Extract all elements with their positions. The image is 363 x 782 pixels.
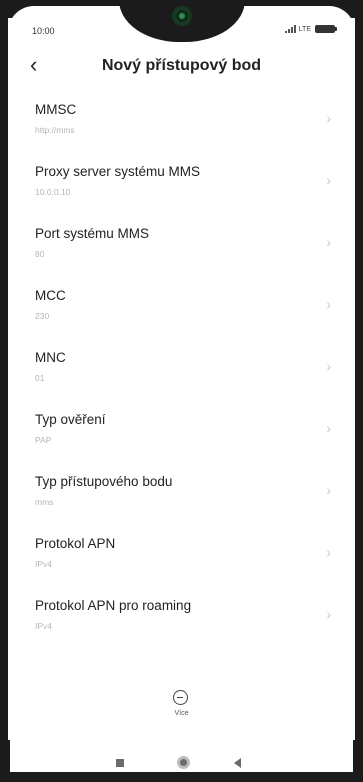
chevron-right-icon: › xyxy=(326,606,331,622)
list-item-value: IPv4 xyxy=(35,559,53,569)
list-item-label: Protokol APN pro roaming xyxy=(35,598,192,613)
battery-icon xyxy=(315,25,337,33)
list-item-value: 230 xyxy=(35,311,50,321)
list-item-label: Typ přístupového bodu xyxy=(35,474,173,489)
list-item-value: 01 xyxy=(35,373,45,383)
chevron-right-icon: › xyxy=(326,358,331,374)
more-label: Více xyxy=(174,710,189,717)
bezel-bottom xyxy=(0,772,363,782)
apn-settings-list: MMSC http://mms › Proxy server systému M… xyxy=(18,88,345,674)
list-item-value: IPv4 xyxy=(35,621,53,631)
list-item-label: MCC xyxy=(35,288,66,303)
list-item-apn-roaming-protocol[interactable]: Protokol APN pro roaming IPv4 › xyxy=(18,584,345,646)
status-icons: LTE xyxy=(284,25,337,33)
chevron-right-icon: › xyxy=(326,234,331,250)
list-item-value: PAP xyxy=(35,435,52,445)
more-button[interactable]: Více xyxy=(0,690,363,730)
page-title: Nový přístupový bod xyxy=(101,57,262,74)
list-item-mcc[interactable]: MCC 230 › xyxy=(18,274,345,336)
triangle-back-icon[interactable] xyxy=(234,758,241,768)
bezel-right xyxy=(355,0,363,782)
list-item-mms-port[interactable]: Port systému MMS 80 › xyxy=(18,212,345,274)
chevron-right-icon: › xyxy=(326,420,331,436)
chevron-right-icon: › xyxy=(326,482,331,498)
list-item-label: MNC xyxy=(35,350,66,365)
circle-home-icon[interactable] xyxy=(177,756,190,769)
network-type: LTE xyxy=(298,25,311,33)
status-time: 10:00 xyxy=(32,26,55,36)
chevron-right-icon: › xyxy=(326,110,331,126)
minus-circle-icon xyxy=(173,690,188,705)
list-item-mnc[interactable]: MNC 01 › xyxy=(18,336,345,398)
list-item-label: Protokol APN xyxy=(35,536,116,551)
list-item-auth-type[interactable]: Typ ověření PAP › xyxy=(18,398,345,460)
list-item-value: 80 xyxy=(35,249,45,259)
bezel-left xyxy=(0,0,8,782)
list-item-label: Port systému MMS xyxy=(35,226,150,241)
chevron-right-icon: › xyxy=(326,296,331,312)
signal-icon xyxy=(284,25,297,33)
list-item-label: Typ ověření xyxy=(35,412,106,427)
square-icon[interactable] xyxy=(116,759,124,767)
chevron-right-icon: › xyxy=(326,172,331,188)
app-header: ‹ Nový přístupový bod xyxy=(0,48,363,88)
phone-screen: 10:00 LTE ‹ Nový přístupový bod MMSC htt… xyxy=(0,0,363,782)
list-item-label: MMSC xyxy=(35,102,77,117)
list-item-value: mms xyxy=(35,497,54,507)
list-item-value: 10.0.0.10 xyxy=(35,187,71,197)
chevron-right-icon: › xyxy=(326,544,331,560)
list-item-mmsc[interactable]: MMSC http://mms › xyxy=(18,88,345,150)
list-item-mms-proxy[interactable]: Proxy server systému MMS 10.0.0.10 › xyxy=(18,150,345,212)
list-item-apn-type[interactable]: Typ přístupového bodu mms › xyxy=(18,460,345,522)
front-camera-icon xyxy=(172,6,192,26)
list-item-value: http://mms xyxy=(35,125,75,135)
list-item-apn-protocol[interactable]: Protokol APN IPv4 › xyxy=(18,522,345,584)
list-item-label: Proxy server systému MMS xyxy=(35,164,201,179)
